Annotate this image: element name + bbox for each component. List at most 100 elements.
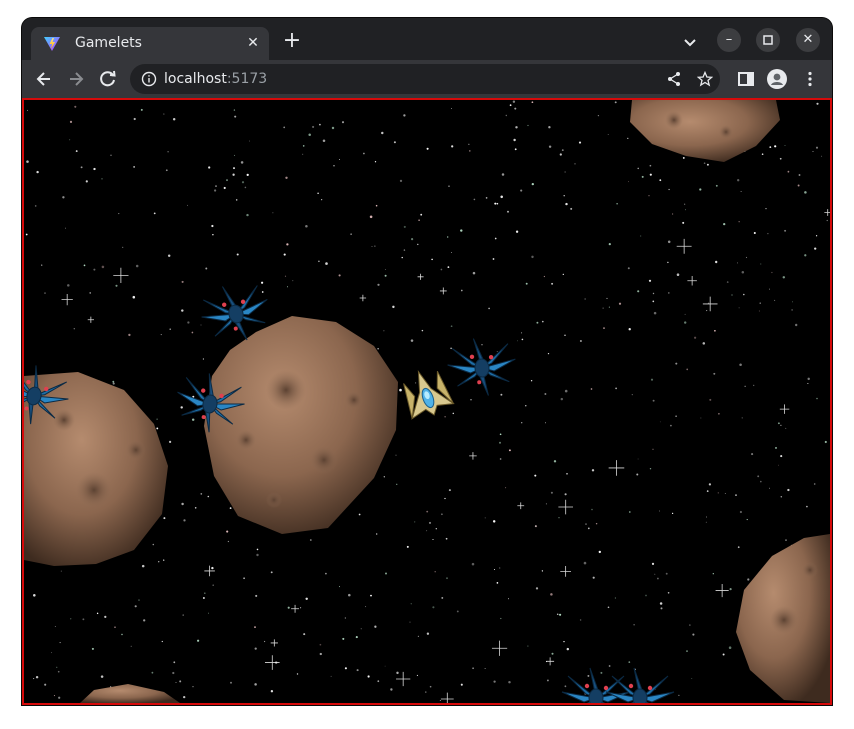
star <box>496 351 498 352</box>
star <box>637 458 639 460</box>
star <box>181 502 184 506</box>
plus-icon[interactable]: + <box>282 30 302 52</box>
star <box>89 292 92 294</box>
forward-arrow-icon[interactable] <box>66 69 86 89</box>
star <box>815 235 818 237</box>
game-canvas[interactable] <box>22 98 832 705</box>
star <box>325 262 328 265</box>
tab-gamelets[interactable]: Gamelets ✕ <box>31 27 269 60</box>
star <box>338 274 341 277</box>
star <box>67 284 70 287</box>
star <box>628 328 631 331</box>
star <box>492 520 496 523</box>
star <box>141 564 145 568</box>
star <box>62 196 65 199</box>
star <box>636 473 639 476</box>
star <box>255 594 258 597</box>
star <box>660 607 663 610</box>
star <box>241 181 245 184</box>
star <box>738 221 740 223</box>
star <box>769 146 772 149</box>
star <box>192 686 194 688</box>
star <box>606 297 608 299</box>
star <box>181 309 184 312</box>
star <box>135 264 139 268</box>
star <box>544 422 546 424</box>
tab-strip: Gamelets ✕ + – ✕ <box>22 18 832 60</box>
star <box>778 464 779 466</box>
maximize-icon[interactable] <box>756 28 780 52</box>
star <box>122 246 124 249</box>
close-window-icon[interactable]: ✕ <box>796 28 820 52</box>
star <box>213 189 217 192</box>
star <box>44 292 46 294</box>
star <box>559 153 562 156</box>
star <box>651 562 655 566</box>
star <box>579 339 582 343</box>
close-icon[interactable]: ✕ <box>245 35 261 51</box>
star <box>101 265 105 269</box>
minimize-icon[interactable]: – <box>717 28 741 52</box>
star <box>172 671 175 675</box>
star <box>493 680 496 683</box>
star <box>425 691 427 693</box>
star <box>500 617 502 620</box>
star <box>41 264 43 266</box>
star <box>56 666 58 668</box>
star-icon[interactable] <box>697 71 713 87</box>
kebab-menu-icon[interactable] <box>800 69 820 89</box>
star <box>747 578 750 581</box>
star <box>689 624 691 626</box>
star <box>367 675 370 678</box>
star <box>608 306 610 308</box>
star <box>488 307 490 310</box>
star <box>411 238 414 241</box>
star <box>515 230 519 233</box>
back-arrow-icon[interactable] <box>34 69 54 89</box>
star <box>426 632 430 635</box>
star <box>471 562 475 566</box>
profile-icon[interactable] <box>767 69 787 89</box>
info-icon[interactable] <box>141 71 157 87</box>
url-text[interactable]: localhost:5173 <box>164 70 267 88</box>
star <box>541 320 544 323</box>
star <box>531 101 534 104</box>
star <box>631 394 633 396</box>
star <box>309 539 312 541</box>
star <box>456 610 459 613</box>
star <box>384 572 388 575</box>
star <box>112 382 115 385</box>
star <box>798 174 801 176</box>
side-panel-icon[interactable] <box>736 69 756 89</box>
star <box>286 286 289 288</box>
star <box>416 674 418 676</box>
star <box>403 249 406 251</box>
star <box>53 695 55 697</box>
reload-icon[interactable] <box>98 69 118 89</box>
star <box>69 139 71 141</box>
star <box>633 624 635 626</box>
star <box>565 202 568 206</box>
star <box>344 617 346 619</box>
star <box>692 633 695 636</box>
chevron-down-icon[interactable] <box>680 32 700 52</box>
star <box>26 109 29 111</box>
star <box>561 149 564 151</box>
star <box>165 169 168 172</box>
star <box>35 675 39 679</box>
star <box>410 339 414 342</box>
star <box>406 545 409 548</box>
address-bar[interactable]: localhost:5173 <box>130 64 720 94</box>
star <box>396 483 398 485</box>
star <box>737 179 740 182</box>
star <box>650 378 654 381</box>
star <box>496 582 499 584</box>
star <box>616 203 618 205</box>
share-icon[interactable] <box>666 71 682 87</box>
star <box>318 260 320 263</box>
star <box>197 639 200 642</box>
star <box>553 460 557 463</box>
star <box>418 219 420 221</box>
star <box>699 188 702 191</box>
star <box>470 399 472 401</box>
